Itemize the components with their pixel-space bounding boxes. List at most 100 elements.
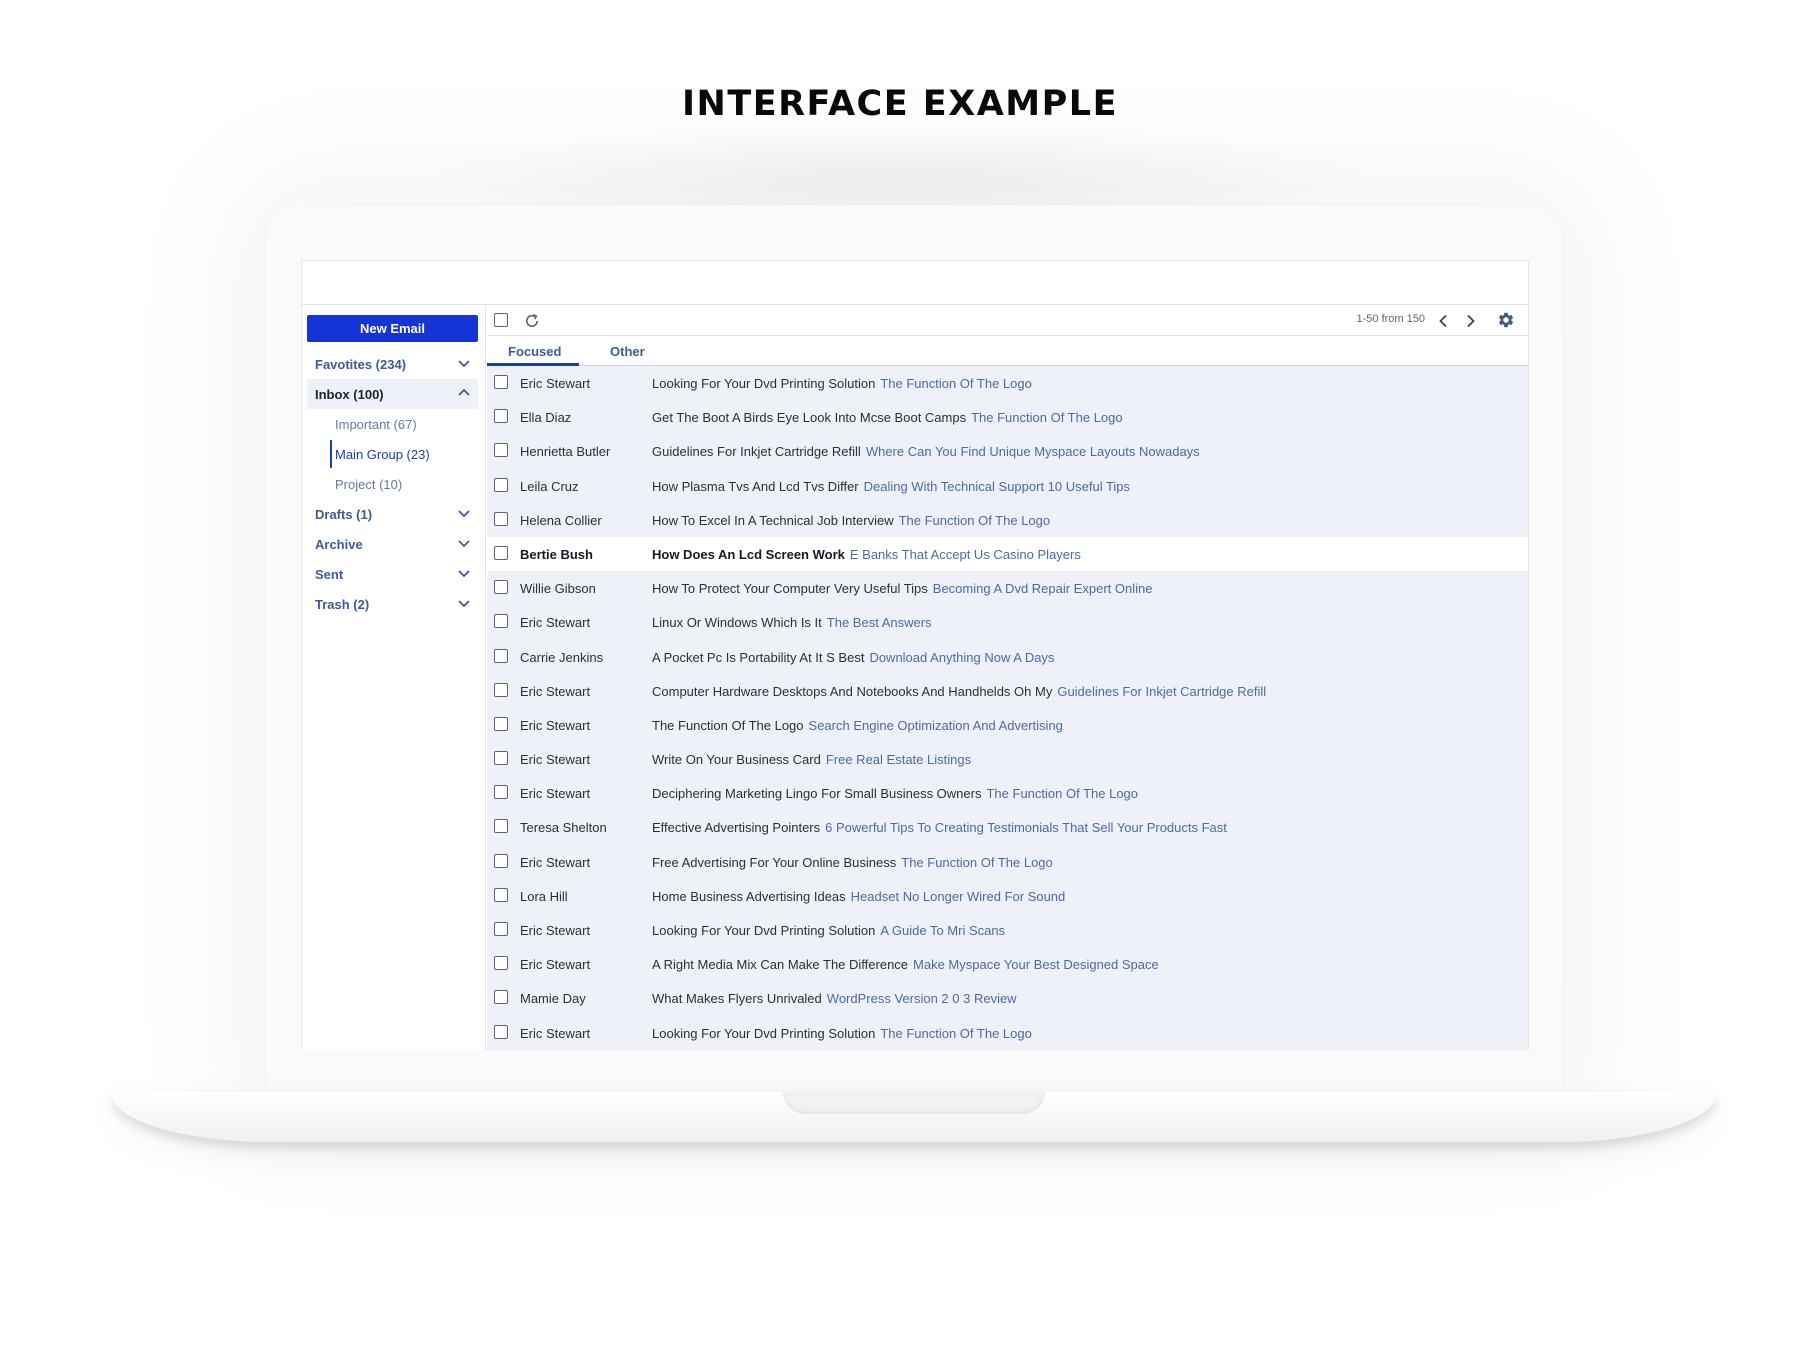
email-subject: Guidelines For Inkjet Cartridge Refill xyxy=(652,444,861,460)
email-row-checkbox[interactable] xyxy=(494,580,508,595)
email-row-checkbox[interactable] xyxy=(494,716,508,731)
email-preview: Dealing With Technical Support 10 Useful… xyxy=(863,478,1131,494)
email-row-checkbox[interactable] xyxy=(494,819,508,834)
email-row[interactable]: Willie Gibson How To Protect Your Comput… xyxy=(487,571,1528,605)
email-row[interactable]: Eric Stewart Computer Hardware Desktops … xyxy=(487,674,1528,708)
refresh-icon[interactable] xyxy=(523,312,541,330)
email-row-checkbox[interactable] xyxy=(494,545,508,560)
email-subject-line: Home Business Advertising Ideas Headset N… xyxy=(652,889,1065,904)
email-subject-line: Linux Or Windows Which Is It The Best Ans… xyxy=(652,615,932,630)
email-row-checkbox[interactable] xyxy=(494,648,508,663)
email-row-checkbox[interactable] xyxy=(494,375,508,389)
email-subject: The Function Of The Logo xyxy=(652,717,804,733)
email-row[interactable]: Eric Stewart Write On Your Business Card… xyxy=(487,742,1528,776)
folder-archive[interactable]: Archive xyxy=(307,529,478,559)
email-sender: Eric Stewart xyxy=(520,923,591,938)
email-row[interactable]: Eric Stewart Deciphering Marketing Lingo… xyxy=(487,776,1528,810)
email-row[interactable]: Eric Stewart A Right Media Mix Can Make … xyxy=(487,947,1528,981)
email-subject-line: Effective Advertising Pointers 6 Powerful… xyxy=(652,820,1227,835)
chevron-down-icon[interactable] xyxy=(456,535,472,551)
email-subject-line: Guidelines For Inkjet Cartridge Refill Wh… xyxy=(652,444,1200,459)
email-sender: Willie Gibson xyxy=(520,581,596,597)
email-preview: WordPress Version 2 0 3 Review xyxy=(826,991,1017,1007)
new-email-button[interactable]: New Email xyxy=(307,315,478,342)
chevron-down-icon[interactable] xyxy=(456,355,472,371)
email-row[interactable]: Helena Collier How To Excel In A Technic… xyxy=(487,503,1528,537)
email-row[interactable]: Eric Stewart The Function Of The Logo Sea… xyxy=(487,708,1528,742)
folder-drafts[interactable]: Drafts (1) xyxy=(307,499,478,529)
email-subject: Write On Your Business Card xyxy=(652,752,821,768)
email-preview: Where Can You Find Unique Myspace Layout… xyxy=(865,444,1200,460)
email-row[interactable]: Lora Hill Home Business Advertising Idea… xyxy=(487,879,1528,913)
folder-inbox[interactable]: Inbox (100) xyxy=(307,379,478,409)
email-subject-line: Get The Boot A Birds Eye Look Into Mcse … xyxy=(652,410,1123,425)
tab-other[interactable]: Other xyxy=(610,344,645,359)
email-row[interactable]: Eric Stewart Looking For Your Dvd Printi… xyxy=(487,366,1528,400)
email-sender: Carrie Jenkins xyxy=(520,649,604,665)
email-row-checkbox[interactable] xyxy=(494,785,508,800)
email-row-checkbox[interactable] xyxy=(494,956,508,971)
email-row[interactable]: Eric Stewart Linux Or Windows Which Is I… xyxy=(487,605,1528,639)
email-preview: Search Engine Optimization And Advertisi… xyxy=(808,717,1063,733)
email-subject: Looking For Your Dvd Printing Solution xyxy=(652,923,876,938)
email-subject: Free Advertising For Your Online Busines… xyxy=(652,854,897,870)
chevron-down-icon[interactable] xyxy=(456,565,472,581)
email-row-checkbox[interactable] xyxy=(494,1024,508,1039)
email-subject: A Pocket Pc Is Portability At It S Best xyxy=(652,649,865,665)
email-preview: Free Real Estate Listings xyxy=(825,752,972,768)
email-preview: Becoming A Dvd Repair Expert Online xyxy=(932,581,1153,597)
email-list: Eric Stewart Looking For Your Dvd Printi… xyxy=(487,366,1528,1050)
email-subject-line: How Does An Lcd Screen Work E Banks That … xyxy=(652,547,1081,562)
email-row-checkbox[interactable] xyxy=(494,751,508,766)
email-row-checkbox[interactable] xyxy=(494,990,508,1005)
subfolder-important[interactable]: Important (67) xyxy=(330,410,478,438)
email-sender: Eric Stewart xyxy=(520,752,591,768)
email-subject: Home Business Advertising Ideas xyxy=(652,888,846,904)
subfolder-project[interactable]: Project (10) xyxy=(330,470,478,498)
email-sender: Mamie Day xyxy=(520,991,586,1007)
email-row[interactable]: Eric Stewart Looking For Your Dvd Printi… xyxy=(487,1016,1528,1050)
email-row[interactable]: Bertie Bush How Does An Lcd Screen Work E… xyxy=(487,536,1528,572)
email-sender: Eric Stewart xyxy=(520,683,591,699)
email-row-checkbox[interactable] xyxy=(494,922,508,936)
email-row-checkbox[interactable] xyxy=(494,511,508,526)
email-subject: Deciphering Marketing Lingo For Small Bu… xyxy=(652,786,982,802)
email-sender: Bertie Bush xyxy=(520,546,593,562)
chevron-down-icon[interactable] xyxy=(456,595,472,611)
email-row-checkbox[interactable] xyxy=(494,409,508,424)
email-row-checkbox[interactable] xyxy=(494,443,508,458)
email-row-checkbox[interactable] xyxy=(494,682,508,697)
email-subject-line: How Plasma Tvs And Lcd Tvs Differ Dealing… xyxy=(652,479,1130,494)
email-row-checkbox[interactable] xyxy=(494,614,508,629)
folder-label: Sent xyxy=(315,567,344,582)
email-row-checkbox[interactable] xyxy=(494,853,508,868)
chevron-right-icon[interactable] xyxy=(1461,312,1479,330)
email-preview: The Function Of The Logo xyxy=(971,410,1123,426)
email-row[interactable]: Ella Diaz Get The Boot A Birds Eye Look … xyxy=(487,400,1528,434)
email-row[interactable]: Leila Cruz How Plasma Tvs And Lcd Tvs Di… xyxy=(487,469,1528,503)
email-row[interactable]: Eric Stewart Free Advertising For Your O… xyxy=(487,845,1528,879)
gear-icon[interactable] xyxy=(1497,311,1515,329)
email-sender: Eric Stewart xyxy=(520,957,591,973)
subfolder-main-group[interactable]: Main Group (23) xyxy=(330,440,478,468)
email-row[interactable]: Henrietta Butler Guidelines For Inkjet C… xyxy=(487,434,1528,468)
email-subject-line: Computer Hardware Desktops And Notebooks… xyxy=(652,684,1266,699)
folder-sent[interactable]: Sent xyxy=(307,559,478,589)
chevron-up-icon[interactable] xyxy=(456,385,472,401)
tab-focused[interactable]: Focused xyxy=(508,344,561,359)
email-row[interactable]: Teresa Shelton Effective Advertising Poi… xyxy=(487,810,1528,844)
select-all-checkbox[interactable] xyxy=(494,313,508,327)
chevron-down-icon[interactable] xyxy=(456,505,472,521)
email-row[interactable]: Carrie Jenkins A Pocket Pc Is Portabilit… xyxy=(487,640,1528,674)
folder-trash[interactable]: Trash (2) xyxy=(307,589,478,619)
email-subject-line: How To Excel In A Technical Job Intervie… xyxy=(652,513,1050,528)
email-app-window: New Email Favotites (234) Inbox (100) Im… xyxy=(301,260,1529,1050)
email-row[interactable]: Eric Stewart Looking For Your Dvd Printi… xyxy=(487,913,1528,947)
email-row[interactable]: Mamie Day What Makes Flyers Unrivaled Wor… xyxy=(487,981,1528,1015)
folder-favorites[interactable]: Favotites (234) xyxy=(307,349,478,379)
email-row-checkbox[interactable] xyxy=(494,477,508,492)
chevron-left-icon[interactable] xyxy=(1435,312,1453,330)
email-subject-line: How To Protect Your Computer Very Useful… xyxy=(652,581,1152,596)
inbox-tabs: Focused Other xyxy=(487,336,1528,366)
email-row-checkbox[interactable] xyxy=(494,887,508,902)
